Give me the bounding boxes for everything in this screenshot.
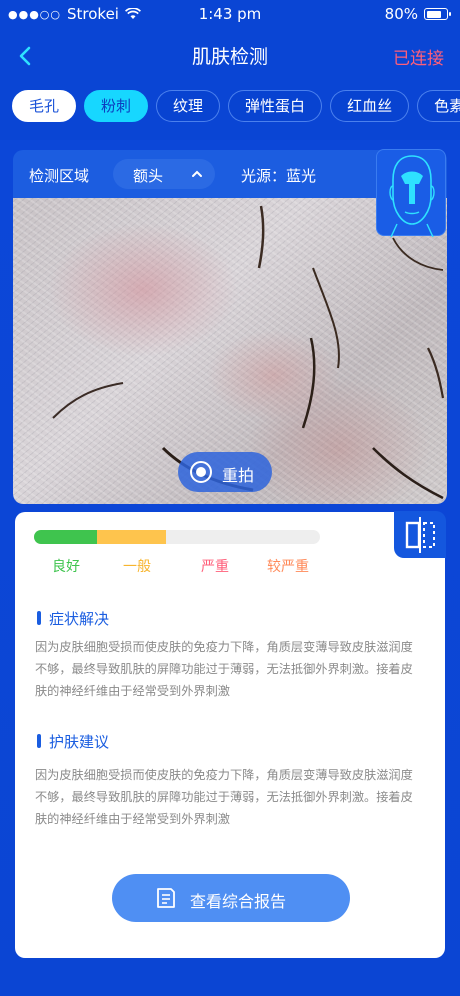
severity-good-segment xyxy=(34,530,97,544)
tab-item[interactable]: 纹理 xyxy=(156,90,221,122)
screen: ●●●○○ Strokei 1:43 pm 80% 肌肤检测 已连接 毛孔 粉刺纹… xyxy=(0,0,460,996)
section-marker xyxy=(37,734,41,748)
view-report-label: 查看综合报告 xyxy=(190,892,287,911)
symptom-line: 肤的神经纤维由于经常受到外界刺激 xyxy=(35,684,230,698)
severity-normal-segment xyxy=(96,530,166,544)
advice-section-title: 护肤建议 xyxy=(37,731,109,752)
severity-legend-label: 较严重 xyxy=(267,559,309,575)
connection-status: 已连接 xyxy=(393,49,444,69)
face-region-button[interactable] xyxy=(376,149,446,238)
tab-item[interactable]: 色素 xyxy=(417,90,460,122)
status-bar: ●●●○○ Strokei 1:43 pm 80% xyxy=(0,0,460,28)
chevron-up-icon xyxy=(192,170,202,177)
severity-legend-label: 良好 xyxy=(52,559,80,575)
symptom-line: 因为皮肤细胞受损而使皮肤的免疫力下降，角质层变薄导致皮肤滋润度 xyxy=(35,640,413,654)
retake-label: 重拍 xyxy=(222,466,255,485)
severity-legend-label: 严重 xyxy=(201,559,229,575)
region-value: 额头 xyxy=(133,167,164,185)
tab-item[interactable]: 弹性蛋白 xyxy=(228,90,323,122)
navigation-bar: 肌肤检测 已连接 xyxy=(0,36,460,76)
battery-icon xyxy=(424,8,451,20)
tab-item[interactable]: 粉刺 xyxy=(84,90,149,122)
severity-bar xyxy=(34,530,320,544)
symptom-text: 因为皮肤细胞受损而使皮肤的免疫力下降，角质层变薄导致皮肤滋润度 不够，最终导致肌… xyxy=(35,636,433,702)
section-marker xyxy=(37,611,41,625)
compare-button[interactable] xyxy=(394,511,446,558)
result-card: 良好 一般 严重 较严重 症状解决 因为皮肤细胞受损而使皮肤的免疫力下降，角质层变薄导… xyxy=(15,511,446,958)
symptom-line: 不够，最终导致肌肤的屏障功能过于薄弱，无法抵御外界刺激。接着皮 xyxy=(35,662,413,676)
page-title: 肌肤检测 xyxy=(191,46,268,68)
symptom-section-title: 症状解决 xyxy=(37,608,109,629)
light-source-label: 光源：蓝光 xyxy=(241,167,317,185)
shutter-icon xyxy=(190,461,212,483)
battery-percent: 80% xyxy=(384,5,418,23)
tab-item[interactable]: 毛孔 xyxy=(12,90,77,122)
detection-header: 检测区域 额头 光源：蓝光 xyxy=(13,150,373,196)
advice-text: 因为皮肤细胞受损而使皮肤的免疫力下降，角质层变薄导致皮肤滋润度 不够，最终导致肌… xyxy=(35,764,433,830)
view-report-button[interactable]: 查看综合报告 xyxy=(112,874,350,922)
category-tabs: 毛孔 粉刺 纹理 弹性蛋白 红血丝 色素 xyxy=(12,90,460,124)
region-select[interactable]: 额头 xyxy=(113,159,215,189)
advice-line: 肤的神经纤维由于经常受到外界刺激 xyxy=(35,812,230,826)
retake-button[interactable]: 重拍 xyxy=(178,452,272,492)
advice-line: 因为皮肤细胞受损而使皮肤的免疫力下降，角质层变薄导致皮肤滋润度 xyxy=(35,768,413,782)
tab-item[interactable]: 红血丝 xyxy=(330,90,410,122)
advice-line: 不够，最终导致肌肤的屏障功能过于薄弱，无法抵御外界刺激。接着皮 xyxy=(35,790,413,804)
document-icon xyxy=(157,888,175,908)
battery-level-fill xyxy=(426,10,441,18)
face-icon xyxy=(389,155,435,238)
severity-legend-label: 一般 xyxy=(123,559,151,575)
region-label: 检测区域 xyxy=(29,167,90,185)
compare-icon xyxy=(405,517,435,553)
